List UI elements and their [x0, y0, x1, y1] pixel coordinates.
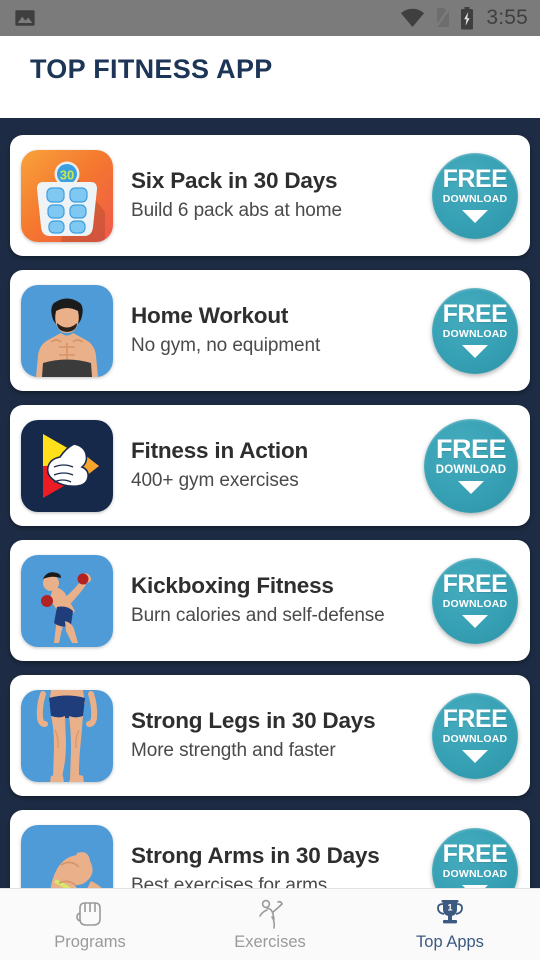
app-card-fitness-in-action[interactable]: Fitness in Action 400+ gym exercises FRE… [10, 405, 530, 526]
badge-download-label: DOWNLOAD [442, 867, 508, 880]
app-card-text: Home Workout No gym, no equipment [113, 303, 432, 357]
app-subtitle: More strength and faster [131, 740, 336, 762]
app-title: Six Pack in 30 Days [131, 168, 338, 194]
app-list[interactable]: 30 Six Pack in 30 Days Build 6 pack abs … [0, 118, 540, 888]
badge-download-label: DOWNLOAD [435, 463, 507, 476]
download-arrow-icon [462, 614, 488, 628]
download-arrow-icon [458, 480, 484, 494]
flexed-bicep-icon [21, 824, 113, 888]
app-title: Kickboxing Fitness [131, 573, 334, 599]
page-title: TOP FITNESS APP [30, 54, 273, 84]
badge-free-label: FREE [435, 434, 507, 465]
fist-icon [76, 902, 101, 926]
status-bar-left [14, 7, 36, 29]
play-button-biceps-icon [21, 419, 113, 512]
badge-free-label: FREE [442, 300, 508, 329]
trophy-one-icon: 1 [437, 900, 463, 924]
legs-icon [21, 689, 113, 782]
nav-tab-exercises[interactable]: Exercises [180, 889, 360, 960]
app-header: TOP FITNESS APP [0, 36, 540, 118]
app-subtitle: No gym, no equipment [131, 335, 321, 357]
app-card-text: Strong Arms in 30 Days Best exercises fo… [113, 843, 432, 888]
app-card-strong-legs[interactable]: Strong Legs in 30 Days More strength and… [10, 675, 530, 796]
free-download-button[interactable]: FREE DOWNLOAD [432, 692, 518, 779]
app-card-text: Kickboxing Fitness Burn calories and sel… [113, 573, 432, 627]
muscular-man-icon [21, 284, 113, 377]
nav-tab-programs[interactable]: Programs [0, 889, 180, 960]
svg-text:30: 30 [60, 167, 74, 182]
app-card-text: Six Pack in 30 Days Build 6 pack abs at … [113, 168, 432, 222]
badge-download-label: DOWNLOAD [442, 327, 508, 340]
app-card-text: Strong Legs in 30 Days More strength and… [113, 708, 432, 762]
app-card-home-workout[interactable]: Home Workout No gym, no equipment FREE D… [10, 270, 530, 391]
wifi-icon [401, 8, 425, 28]
app-title: Strong Arms in 30 Days [131, 843, 380, 869]
app-title: Strong Legs in 30 Days [131, 708, 376, 734]
battery-charging-icon [461, 6, 474, 29]
badge-free-label: FREE [442, 705, 508, 734]
free-download-button[interactable]: FREE DOWNLOAD [432, 287, 518, 374]
badge-download-label: DOWNLOAD [442, 597, 508, 610]
app-card-kickboxing[interactable]: Kickboxing Fitness Burn calories and sel… [10, 540, 530, 661]
app-card-text: Fitness in Action 400+ gym exercises [113, 438, 424, 492]
badge-download-label: DOWNLOAD [442, 192, 508, 205]
image-icon [15, 10, 35, 26]
app-title: Fitness in Action [131, 438, 309, 464]
app-subtitle: 400+ gym exercises [131, 470, 299, 492]
nav-label-programs: Programs [54, 933, 126, 951]
free-download-button[interactable]: FREE DOWNLOAD [432, 557, 518, 644]
svg-text:1: 1 [447, 903, 452, 913]
download-arrow-icon [462, 209, 488, 223]
badge-download-label: DOWNLOAD [442, 732, 508, 745]
badge-free-label: FREE [442, 840, 508, 869]
kickboxer-icon [21, 554, 113, 647]
badge-free-label: FREE [442, 165, 508, 194]
app-card-six-pack[interactable]: 30 Six Pack in 30 Days Build 6 pack abs … [10, 135, 530, 256]
download-arrow-icon [462, 749, 488, 763]
app-card-strong-arms[interactable]: Strong Arms in 30 Days Best exercises fo… [10, 810, 530, 888]
nav-tab-top-apps[interactable]: 1 Top Apps [360, 889, 540, 960]
free-download-button[interactable]: FREE DOWNLOAD [432, 152, 518, 239]
status-bar: 3:55 [0, 0, 540, 36]
download-arrow-icon [462, 344, 488, 358]
status-bar-right: 3:55 [400, 6, 528, 30]
badge-free-label: FREE [442, 570, 508, 599]
free-download-button[interactable]: FREE DOWNLOAD [424, 418, 518, 513]
free-download-button[interactable]: FREE DOWNLOAD [432, 827, 518, 888]
status-bar-time: 3:55 [486, 6, 528, 29]
nav-label-exercises: Exercises [234, 933, 306, 951]
app-root: 3:55 TOP FITNESS APP 30 Six Pack in 30 D… [0, 0, 540, 960]
app-subtitle: Build 6 pack abs at home [131, 200, 342, 222]
nav-label-top-apps: Top Apps [416, 933, 484, 951]
six-pack-abs-icon: 30 [21, 149, 113, 242]
sim-card-off-icon [434, 7, 451, 29]
bottom-navigation: Programs Exercises 1 Top Apps [0, 888, 540, 960]
kicking-figure-icon [259, 899, 283, 929]
app-subtitle: Burn calories and self-defense [131, 605, 385, 627]
app-subtitle: Best exercises for arms [131, 875, 328, 888]
app-title: Home Workout [131, 303, 289, 329]
